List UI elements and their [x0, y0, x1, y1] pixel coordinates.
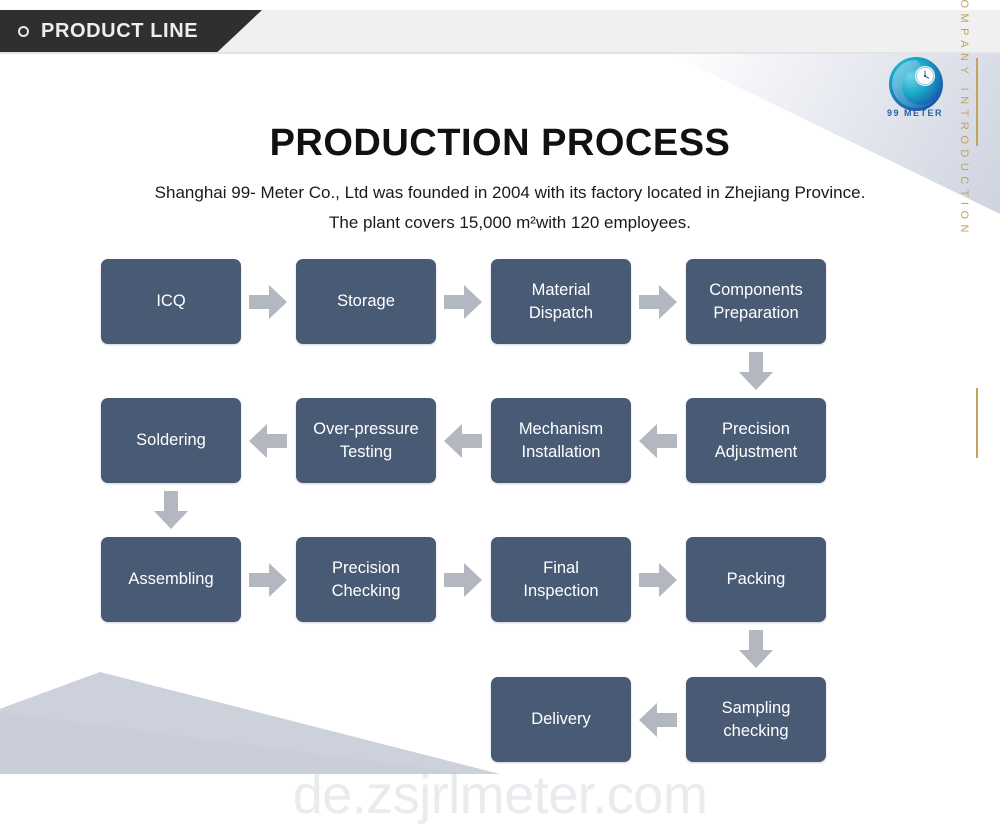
node-soldering[interactable]: Soldering: [101, 398, 241, 483]
node-material-dispatch[interactable]: Material Dispatch: [491, 259, 631, 344]
node-soldering-label: Soldering: [136, 431, 206, 449]
arrow-overpressure-to-soldering: [249, 424, 287, 458]
node-storage[interactable]: Storage: [296, 259, 436, 344]
node-delivery-label: Delivery: [531, 710, 591, 728]
node-mechanism-installation[interactable]: Mechanism Installation: [491, 398, 631, 483]
node-precision-checking-label: Precision Checking: [331, 558, 401, 600]
node-mechanism-installation-label: Mechanism Installation: [518, 419, 604, 461]
arrow-final-inspection-to-packing: [639, 563, 677, 597]
arrow-sampling-checking-to-delivery: [639, 703, 677, 737]
node-material-dispatch-label: Material Dispatch: [528, 280, 594, 322]
arrow-soldering-to-assembling: [154, 491, 188, 529]
node-components-preparation-label: Components Preparation: [709, 280, 803, 322]
site-watermark: de.zsjrlmeter.com: [0, 764, 1000, 826]
arrow-storage-to-material: [444, 285, 482, 319]
node-final-inspection-label: Final Inspection: [523, 558, 599, 600]
node-packing[interactable]: Packing: [686, 537, 826, 622]
node-components-preparation[interactable]: Components Preparation: [686, 259, 826, 344]
arrow-material-to-components: [639, 285, 677, 319]
node-delivery[interactable]: Delivery: [491, 677, 631, 762]
arrow-assembling-to-precision-checking: [249, 563, 287, 597]
node-precision-checking[interactable]: Precision Checking: [296, 537, 436, 622]
node-icq[interactable]: ICQ: [101, 259, 241, 344]
node-precision-adjustment-label: Precision Adjustment: [714, 419, 798, 461]
node-final-inspection[interactable]: Final Inspection: [491, 537, 631, 622]
node-over-pressure-testing[interactable]: Over-pressure Testing: [296, 398, 436, 483]
node-sampling-checking[interactable]: Sampling checking: [686, 677, 826, 762]
node-icq-label: ICQ: [156, 292, 186, 310]
node-assembling[interactable]: Assembling: [101, 537, 241, 622]
node-packing-label: Packing: [726, 570, 786, 588]
arrow-mechanism-to-overpressure: [444, 424, 482, 458]
arrow-precision-checking-to-final-inspection: [444, 563, 482, 597]
node-over-pressure-testing-label: Over-pressure Testing: [313, 419, 419, 461]
arrow-packing-to-sampling-checking: [739, 630, 773, 668]
arrow-icq-to-storage: [249, 285, 287, 319]
site-watermark-text: de.zsjrlmeter.com: [292, 765, 708, 825]
node-sampling-checking-label: Sampling checking: [721, 698, 791, 740]
node-assembling-label: Assembling: [128, 570, 214, 588]
node-precision-adjustment[interactable]: Precision Adjustment: [686, 398, 826, 483]
arrow-precision-adjustment-to-mechanism: [639, 424, 677, 458]
production-process-flowchart: ICQ Storage Material Dispatch Components P…: [0, 0, 1000, 832]
arrow-components-to-precision-adjustment: [739, 352, 773, 390]
product-line-slide: PRODUCT LINE 99 METER COMPANY INTRODUCTI…: [0, 0, 1000, 832]
node-storage-label: Storage: [337, 292, 395, 310]
